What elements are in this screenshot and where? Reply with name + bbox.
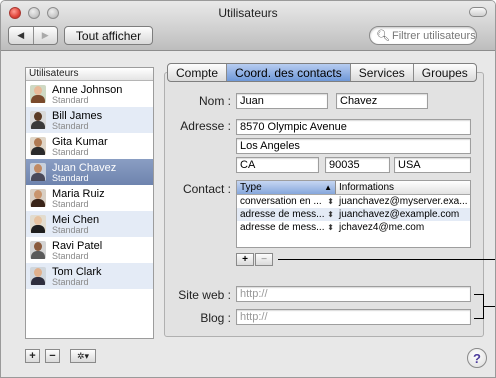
- street-field[interactable]: 8570 Olympic Avenue: [236, 119, 471, 135]
- address-label: Adresse :: [180, 119, 231, 133]
- user-role: Standard: [52, 199, 89, 209]
- table-row[interactable]: adresse de mess... ⬍ jchavez4@me.com: [237, 221, 470, 234]
- contact-type-cell[interactable]: conversation en ... ⬍: [237, 195, 336, 208]
- window: Utilisateurs ◀ ▶ Tout afficher 🔍︎ Utilis…: [0, 0, 496, 378]
- tab-compte[interactable]: Compte: [168, 64, 226, 81]
- remove-contact-button[interactable]: −: [255, 253, 273, 266]
- avatar: [30, 163, 46, 181]
- remove-user-button[interactable]: −: [45, 349, 60, 363]
- user-role: Standard: [52, 121, 89, 131]
- contact-type-cell[interactable]: adresse de mess... ⬍: [237, 221, 336, 234]
- table-row[interactable]: conversation en ... ⬍ juanchavez@myserver…: [237, 195, 470, 208]
- info-column-header[interactable]: Informations: [336, 181, 470, 194]
- titlebar: Utilisateurs ◀ ▶ Tout afficher 🔍︎: [1, 1, 495, 51]
- search-input[interactable]: [391, 29, 478, 42]
- country-field[interactable]: USA: [394, 157, 471, 173]
- name-label: Nom :: [198, 94, 231, 108]
- user-row-anne-johnson[interactable]: Anne Johnson Standard: [26, 81, 153, 107]
- search-icon: 🔍︎: [376, 30, 390, 42]
- first-name-field[interactable]: Juan: [236, 93, 328, 109]
- user-row-gita-kumar[interactable]: Gita Kumar Standard: [26, 133, 153, 159]
- blog-field[interactable]: http://: [236, 309, 471, 325]
- forward-button[interactable]: ▶: [32, 27, 58, 44]
- stepper-icon: ⬍: [327, 210, 334, 219]
- stepper-icon: ⬍: [327, 223, 334, 232]
- state-field[interactable]: CA: [236, 157, 319, 173]
- user-role: Standard: [52, 147, 89, 157]
- contact-info-cell[interactable]: juanchavez@myserver.exa...: [336, 195, 470, 208]
- zip-field[interactable]: 90035: [325, 157, 390, 173]
- last-name-field[interactable]: Chavez: [336, 93, 428, 109]
- user-role: Standard: [52, 277, 89, 287]
- window-title: Utilisateurs: [218, 6, 278, 20]
- add-contact-button[interactable]: +: [236, 253, 254, 266]
- website-field[interactable]: http://: [236, 286, 471, 302]
- avatar: [30, 241, 46, 259]
- avatar: [30, 85, 46, 103]
- user-row-bill-james[interactable]: Bill James Standard: [26, 107, 153, 133]
- type-column-header[interactable]: Type ▲: [237, 181, 336, 194]
- show-all-button[interactable]: Tout afficher: [64, 26, 153, 45]
- toolbar-toggle-button[interactable]: [469, 7, 487, 17]
- avatar: [30, 189, 46, 207]
- sort-ascending-icon: ▲: [324, 183, 332, 192]
- user-row-mei-chen[interactable]: Mei Chen Standard: [26, 211, 153, 237]
- back-button[interactable]: ◀: [9, 27, 33, 44]
- contact-table-header: Type ▲ Informations: [237, 181, 470, 195]
- avatar: [30, 215, 46, 233]
- avatar: [30, 111, 46, 129]
- website-label: Site web :: [178, 288, 231, 302]
- stepper-icon: ⬍: [327, 197, 334, 206]
- avatar: [30, 137, 46, 155]
- contact-type-cell[interactable]: adresse de mess... ⬍: [237, 208, 336, 221]
- table-row[interactable]: adresse de mess... ⬍ juanchavez@example.c…: [237, 208, 470, 221]
- city-field[interactable]: Los Angeles: [236, 138, 471, 154]
- user-list: Utilisateurs Anne Johnson Standard Bill …: [25, 67, 154, 339]
- contact-table: Type ▲ Informations conversation en ... ⬍ …: [236, 180, 471, 248]
- user-row-maria-ruiz[interactable]: Maria Ruiz Standard: [26, 185, 153, 211]
- user-role: Standard: [52, 225, 89, 235]
- user-row-ravi-patel[interactable]: Ravi Patel Standard: [26, 237, 153, 263]
- user-row-tom-clark[interactable]: Tom Clark Standard: [26, 263, 153, 289]
- tab-bar: Compte Coord. des contacts Services Grou…: [167, 63, 477, 82]
- user-role: Standard: [52, 173, 89, 183]
- add-user-button[interactable]: +: [25, 349, 40, 363]
- contact-info-cell[interactable]: juanchavez@example.com: [336, 208, 470, 221]
- search-field[interactable]: 🔍︎: [369, 26, 478, 45]
- user-row-juan-chavez[interactable]: Juan Chavez Standard: [26, 159, 153, 185]
- user-list-header: Utilisateurs: [26, 68, 153, 81]
- blog-label: Blog :: [200, 311, 231, 325]
- help-button[interactable]: ?: [467, 348, 487, 368]
- action-menu-button[interactable]: ✲▾: [70, 349, 96, 363]
- contact-label: Contact :: [182, 182, 231, 196]
- callout-line: [278, 259, 495, 260]
- user-role: Standard: [52, 95, 89, 105]
- nav-buttons: ◀ ▶: [8, 26, 58, 45]
- callout-line: [483, 306, 495, 307]
- tab-services[interactable]: Services: [349, 64, 413, 81]
- contact-info-cell[interactable]: jchavez4@me.com: [336, 221, 470, 234]
- user-role: Standard: [52, 251, 89, 261]
- tab-groupes[interactable]: Groupes: [412, 64, 476, 81]
- tab-coord-contacts[interactable]: Coord. des contacts: [226, 64, 350, 81]
- avatar: [30, 267, 46, 285]
